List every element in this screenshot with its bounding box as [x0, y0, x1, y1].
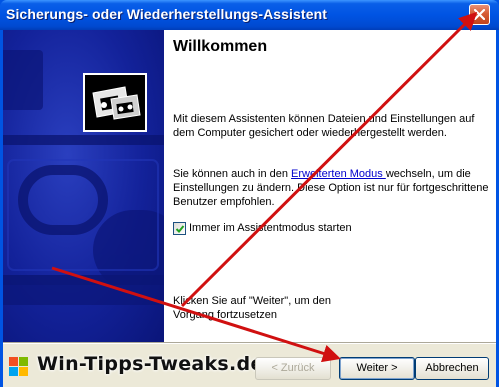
- back-button[interactable]: < Zurück: [255, 357, 331, 380]
- check-icon: [175, 225, 185, 233]
- backup-tape-icon: [83, 73, 147, 132]
- button-bar: Win-Tipps-Tweaks.de < Zurück Weiter > Ab…: [3, 344, 496, 387]
- close-button[interactable]: [469, 4, 490, 25]
- advanced-text-before: Sie können auch in den: [173, 168, 292, 180]
- brand-watermark: Win-Tipps-Tweaks.de: [37, 353, 264, 375]
- wizard-banner: [3, 30, 164, 342]
- continue-hint: Klicken Sie auf "Weiter", um den Vorgang…: [173, 295, 332, 321]
- cancel-button[interactable]: Abbrechen: [415, 357, 489, 380]
- close-icon: [474, 9, 485, 20]
- page-title: Willkommen: [173, 38, 268, 55]
- advanced-mode-text: Sie können auch in den Erweiterten Modus…: [173, 167, 489, 209]
- next-button[interactable]: Weiter >: [339, 357, 415, 380]
- window-title: Sicherungs- oder Wiederherstellungs-Assi…: [6, 6, 327, 22]
- intro-text: Mit diesem Assistenten können Dateien un…: [173, 113, 475, 139]
- windows-flag-icon: [9, 357, 28, 376]
- title-bar[interactable]: Sicherungs- oder Wiederherstellungs-Assi…: [0, 0, 499, 30]
- wizard-content: Willkommen Mit diesem Assistenten können…: [164, 30, 496, 342]
- advanced-mode-link[interactable]: Erweiterten Modus: [291, 168, 386, 180]
- wizard-mode-checkbox[interactable]: [173, 222, 186, 235]
- wizard-mode-label[interactable]: Immer im Assistentmodus starten: [189, 222, 352, 234]
- wizard-window: Sicherungs- oder Wiederherstellungs-Assi…: [0, 0, 499, 387]
